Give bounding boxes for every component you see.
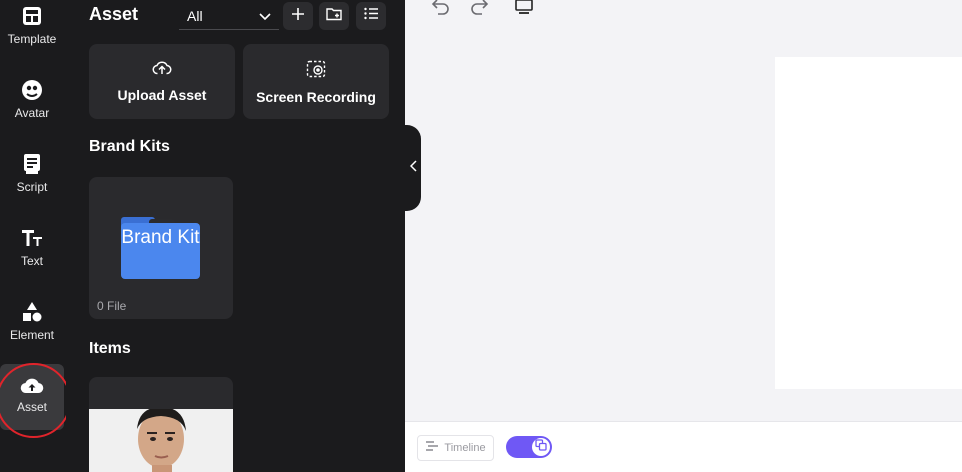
screen-recording-button[interactable]: Screen Recording — [243, 44, 389, 119]
script-icon — [20, 152, 44, 176]
list-view-button[interactable] — [356, 2, 386, 30]
avatar-icon — [20, 78, 44, 102]
panel-title: Asset — [89, 4, 139, 24]
text-icon — [20, 226, 44, 250]
folder-plus-icon — [325, 7, 343, 26]
new-folder-button[interactable] — [319, 2, 349, 30]
brand-kit-card[interactable]: Brand Kit 0 File — [89, 177, 233, 319]
bottom-bar: Timeline — [405, 421, 962, 472]
asset-filter-select[interactable]: All — [179, 2, 279, 30]
upload-asset-button[interactable]: Upload Asset — [89, 44, 235, 119]
toggle-knob — [532, 438, 550, 456]
plus-icon — [291, 7, 305, 26]
rail-label-template: Template — [7, 32, 57, 46]
brand-kits-heading: Brand Kits — [89, 138, 170, 155]
timeline-button[interactable]: Timeline — [417, 435, 494, 461]
shapes-icon — [20, 300, 44, 324]
cloud-upload-icon — [20, 374, 44, 398]
screen-record-icon — [306, 60, 326, 83]
rail-label-element: Element — [9, 328, 55, 342]
screen-size-button[interactable] — [513, 0, 535, 18]
undo-button[interactable] — [430, 0, 452, 18]
rail-item-asset[interactable]: Asset — [0, 364, 64, 430]
screen-recording-label: Screen Recording — [256, 89, 376, 105]
brand-kit-file-count: 0 File — [97, 299, 127, 313]
filter-selected-value: All — [187, 7, 203, 24]
template-icon — [20, 4, 44, 28]
upload-asset-label: Upload Asset — [117, 87, 207, 103]
rail-item-script[interactable]: Script — [0, 152, 64, 218]
add-asset-button[interactable] — [283, 2, 313, 30]
video-canvas[interactable] — [775, 57, 962, 389]
rail-item-text[interactable]: Text — [0, 226, 64, 292]
layers-icon — [535, 438, 547, 456]
collapse-panel-button[interactable] — [405, 125, 421, 211]
asset-item-card[interactable] — [89, 377, 233, 472]
rail-item-element[interactable]: Element — [0, 300, 64, 366]
asset-panel: Asset All Upload Asset Screen Recording … — [66, 0, 405, 472]
rail-label-script: Script — [16, 180, 48, 194]
brand-kit-folder-text: Brand Kit — [121, 223, 200, 279]
rail-item-avatar[interactable]: Avatar — [0, 78, 64, 144]
timeline-label: Timeline — [444, 442, 486, 454]
monitor-icon — [514, 0, 534, 20]
asset-item-thumbnail — [89, 409, 233, 472]
rail-label-text: Text — [20, 254, 43, 268]
chevron-left-icon — [409, 159, 417, 177]
undo-icon — [431, 0, 451, 20]
left-rail: Template Avatar Script Text Element Asse… — [0, 0, 71, 472]
layers-toggle[interactable] — [506, 436, 552, 458]
rail-label-avatar: Avatar — [14, 106, 50, 120]
timeline-icon — [425, 441, 439, 455]
redo-button[interactable] — [468, 0, 490, 18]
redo-icon — [469, 0, 489, 20]
brand-kit-folder-icon: Brand Kit — [121, 217, 200, 279]
rail-label-asset: Asset — [16, 400, 47, 414]
list-icon — [363, 7, 379, 25]
person-photo-icon — [89, 409, 233, 472]
rail-item-template[interactable]: Template — [0, 4, 64, 70]
chevron-down-icon — [259, 8, 271, 24]
cloud-upload-outline-icon — [152, 60, 172, 81]
items-heading: Items — [89, 340, 131, 357]
app-root: Template Avatar Script Text Element Asse… — [0, 0, 962, 472]
